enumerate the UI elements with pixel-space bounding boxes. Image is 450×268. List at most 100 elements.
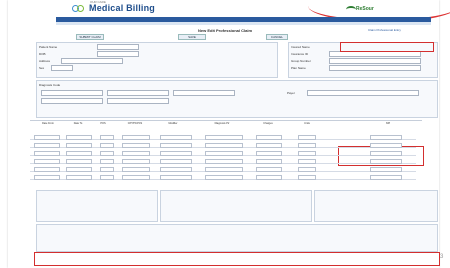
sex-field[interactable]	[51, 65, 73, 71]
col-pos: POS	[100, 122, 106, 125]
cpt-field[interactable]	[122, 175, 150, 180]
nav-item-home[interactable]: Home	[59, 27, 67, 32]
plan-name-field[interactable]	[329, 65, 421, 71]
date-from-field[interactable]	[34, 167, 60, 172]
modifier-field[interactable]	[160, 143, 192, 148]
units-field[interactable]	[298, 143, 316, 148]
save-button[interactable]: SAVE	[178, 34, 206, 40]
group-number-field[interactable]	[329, 58, 421, 64]
col-units: Units	[304, 122, 310, 125]
nav-item-scheduling[interactable]: Scheduling	[143, 27, 158, 32]
pos-field[interactable]	[100, 135, 114, 140]
pos-field[interactable]	[100, 175, 114, 180]
date-to-field[interactable]	[66, 143, 92, 148]
pos-field[interactable]	[100, 143, 114, 148]
modifier-field[interactable]	[160, 167, 192, 172]
top-link[interactable]: Claim Professional Entry	[368, 28, 401, 32]
cancel-button[interactable]: CANCEL	[266, 34, 288, 40]
cpt-field[interactable]	[122, 167, 150, 172]
npi-field[interactable]	[370, 167, 402, 172]
date-from-field[interactable]	[34, 175, 60, 180]
diag-ptr-field[interactable]	[205, 143, 243, 148]
units-field[interactable]	[298, 135, 316, 140]
modifier-field[interactable]	[160, 135, 192, 140]
cpt-field[interactable]	[122, 143, 150, 148]
npi-field[interactable]	[370, 135, 402, 140]
charges-field[interactable]	[256, 167, 282, 172]
units-field[interactable]	[298, 159, 316, 164]
provider-section	[36, 224, 438, 252]
col-modifier: Modifier	[168, 122, 178, 125]
units-field[interactable]	[298, 151, 316, 156]
pos-field[interactable]	[100, 167, 114, 172]
nav-item-referral[interactable]: Referral	[97, 27, 108, 32]
partner-swoosh-icon	[346, 6, 356, 13]
highlight-box-signature	[34, 252, 440, 266]
date-from-field[interactable]	[34, 143, 60, 148]
units-field[interactable]	[298, 175, 316, 180]
npi-field[interactable]	[370, 143, 402, 148]
diag-ptr-field[interactable]	[205, 167, 243, 172]
units-field[interactable]	[298, 167, 316, 172]
cpt-field[interactable]	[122, 151, 150, 156]
charges-field[interactable]	[256, 175, 282, 180]
diag-ptr-field[interactable]	[205, 151, 243, 156]
diagnosis-field-1[interactable]	[41, 90, 103, 96]
patient-name-field[interactable]	[97, 44, 139, 50]
date-to-field[interactable]	[66, 167, 92, 172]
submit-claim-button[interactable]: SUBMIT CLAIM	[76, 34, 104, 40]
date-to-field[interactable]	[66, 135, 92, 140]
highlight-box-insured	[340, 42, 434, 52]
diagnosis-field-3[interactable]	[173, 90, 235, 96]
date-to-field[interactable]	[66, 151, 92, 156]
dob-field[interactable]	[97, 51, 139, 57]
diag-ptr-field[interactable]	[205, 135, 243, 140]
partner-logo: ReSour	[346, 3, 380, 14]
diagnosis-section: Diagnosis Code Payer	[36, 80, 438, 118]
nav-item-encounter[interactable]: Encounter	[118, 27, 132, 32]
nav-item-batch[interactable]: Batch	[168, 27, 176, 32]
brand-tagline: OUR CARE	[90, 0, 106, 4]
modifier-field[interactable]	[160, 159, 192, 164]
modifier-field[interactable]	[160, 151, 192, 156]
address-field[interactable]	[61, 58, 123, 64]
service-row	[30, 150, 416, 156]
service-row	[30, 166, 416, 172]
npi-field[interactable]	[370, 175, 402, 180]
pos-field[interactable]	[100, 159, 114, 164]
diag-ptr-field[interactable]	[205, 175, 243, 180]
col-cpt: CPT/HCPCS	[127, 122, 143, 125]
payer-field[interactable]	[307, 90, 419, 96]
sub-bar	[56, 22, 431, 25]
cpt-field[interactable]	[122, 135, 150, 140]
col-diag-ptr: Diagnosis Ptr	[214, 122, 230, 125]
pos-field[interactable]	[100, 151, 114, 156]
charges-field[interactable]	[256, 151, 282, 156]
date-from-field[interactable]	[34, 135, 60, 140]
payer-label: Payer	[287, 91, 295, 95]
charges-field[interactable]	[256, 159, 282, 164]
date-from-field[interactable]	[34, 159, 60, 164]
date-to-field[interactable]	[66, 159, 92, 164]
col-date-from: Date From	[42, 122, 54, 125]
charges-field[interactable]	[256, 143, 282, 148]
dob-label: DOB	[39, 52, 46, 56]
page-title: New Edit Professional Claim	[198, 28, 253, 33]
diagnosis-field-5[interactable]	[107, 98, 169, 104]
nav-item-help[interactable]: Help	[265, 27, 271, 32]
date-to-field[interactable]	[66, 175, 92, 180]
diag-ptr-field[interactable]	[205, 159, 243, 164]
npi-field[interactable]	[370, 151, 402, 156]
diagnosis-field-4[interactable]	[41, 98, 103, 104]
diagnosis-field-2[interactable]	[107, 90, 169, 96]
npi-field[interactable]	[370, 159, 402, 164]
nav-item-patient[interactable]: Patient	[77, 27, 86, 32]
date-from-field[interactable]	[34, 151, 60, 156]
plan-name-label: Plan Name	[291, 66, 306, 70]
modifier-field[interactable]	[160, 175, 192, 180]
nav-item-claims[interactable]: Claims	[186, 27, 195, 32]
cpt-field[interactable]	[122, 159, 150, 164]
lower-left-section	[36, 190, 158, 222]
charges-field[interactable]	[256, 135, 282, 140]
address-label: Address	[39, 59, 51, 63]
